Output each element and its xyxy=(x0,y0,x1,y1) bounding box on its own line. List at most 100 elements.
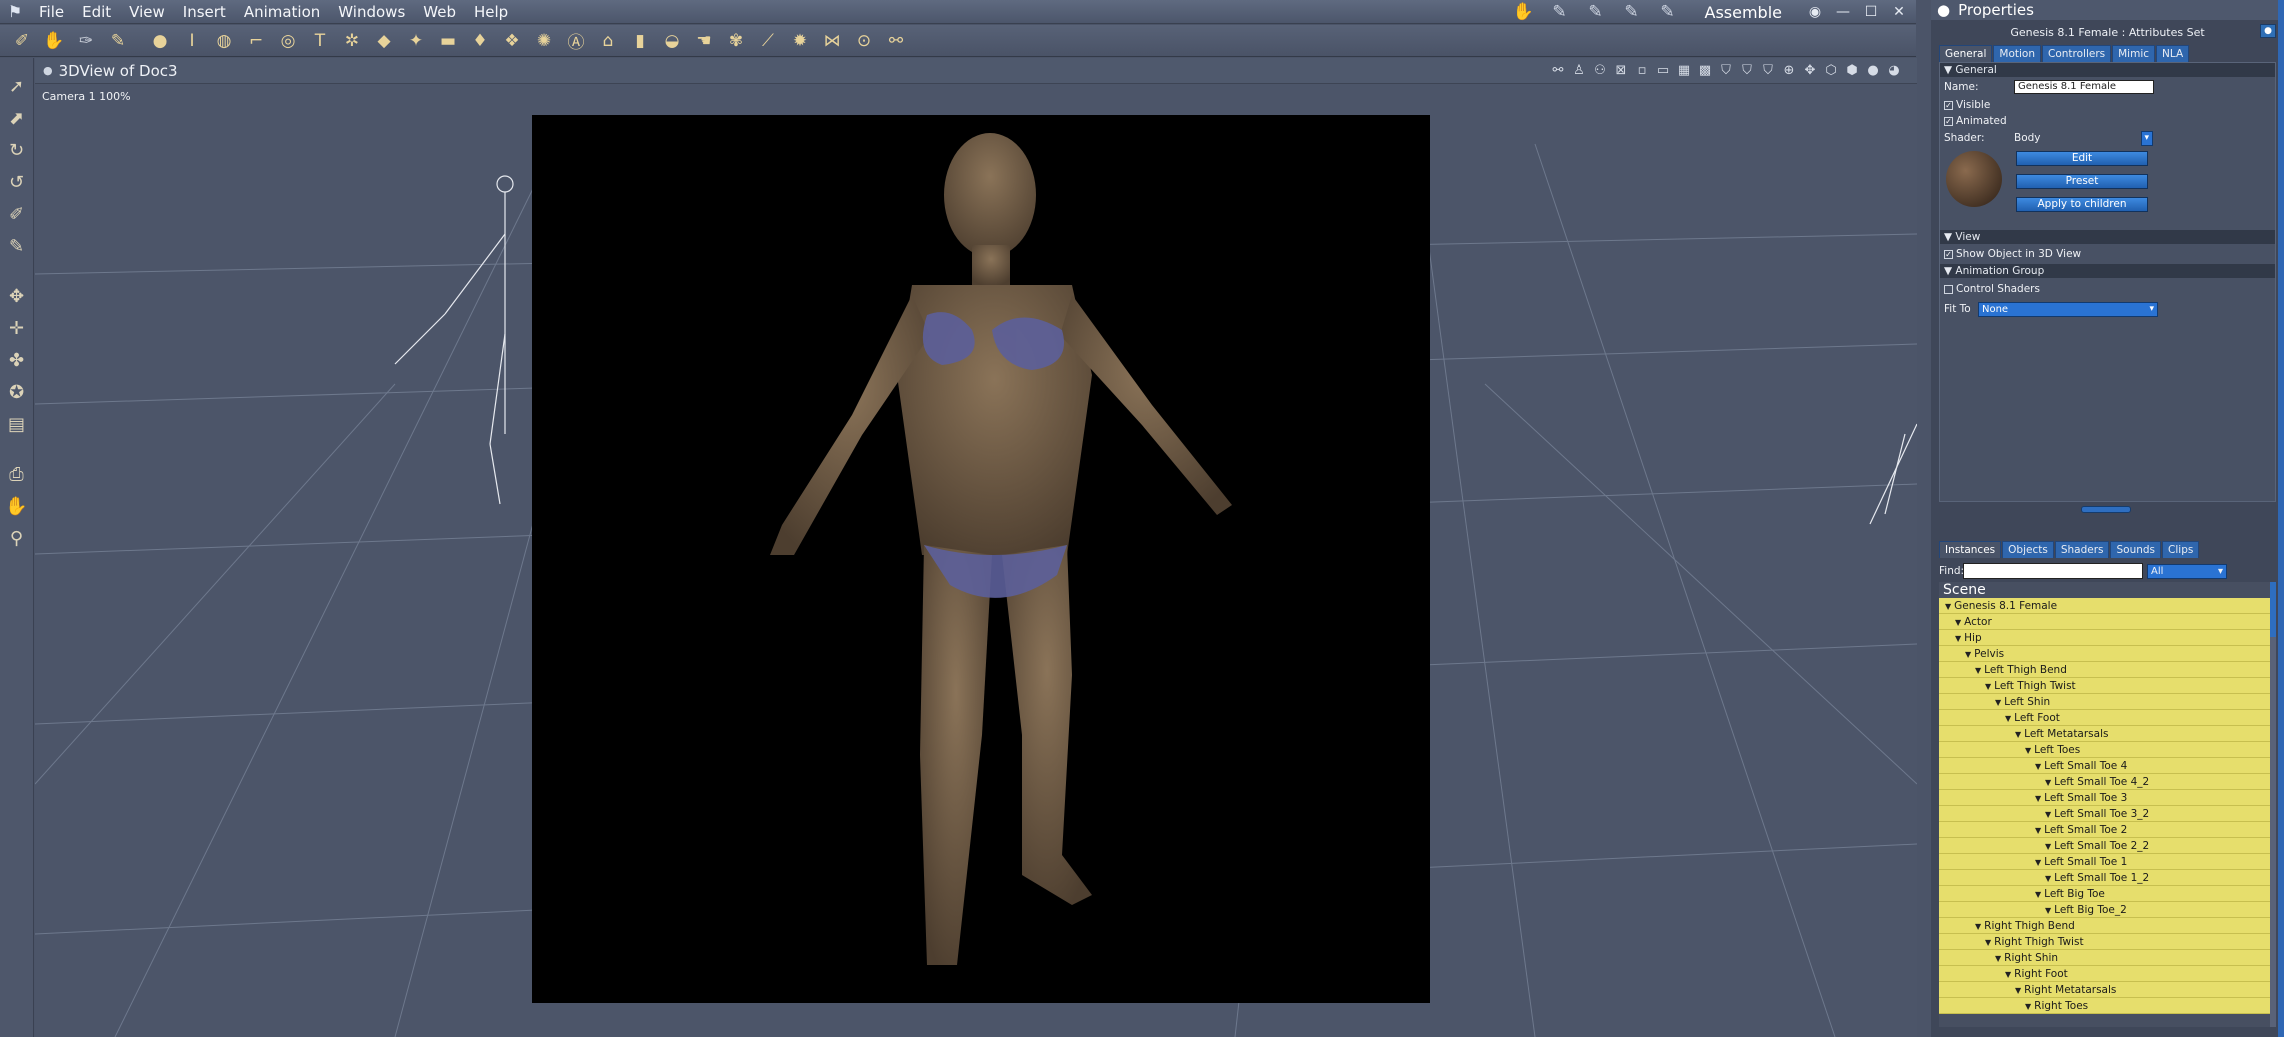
snap-icon[interactable]: ⊠ xyxy=(1612,61,1630,81)
expand-triangle-icon[interactable]: ▼ xyxy=(2015,730,2021,739)
panel-menu-icon[interactable]: ● xyxy=(1937,1,1950,19)
tree-node[interactable]: ▼ Left Small Toe 3 xyxy=(1939,790,2276,806)
target-icon[interactable]: ◎ xyxy=(272,26,304,56)
sphere-prop-icon[interactable]: ● xyxy=(144,26,176,56)
tree-node[interactable]: ▼ Left Small Toe 1 xyxy=(1939,854,2276,870)
expand-triangle-icon[interactable]: ▼ xyxy=(1975,922,1981,931)
menu-view[interactable]: View xyxy=(120,0,174,24)
expand-triangle-icon[interactable]: ▼ xyxy=(2045,906,2051,915)
name-field[interactable]: Genesis 8.1 Female xyxy=(2014,80,2154,94)
zoom-icon[interactable]: ⚲ xyxy=(2,522,32,554)
hand-prop-icon[interactable]: ☚ xyxy=(688,26,720,56)
tree-node[interactable]: ▼ Right Toes xyxy=(1939,998,2276,1014)
expand-triangle-icon[interactable]: ▼ xyxy=(2035,762,2041,771)
gear-icon[interactable]: ✲ xyxy=(336,26,368,56)
maximize-button[interactable]: ☐ xyxy=(1862,4,1880,20)
pen-icon[interactable]: ✐ xyxy=(2,198,32,230)
expand-triangle-icon[interactable]: ▼ xyxy=(1985,682,1991,691)
expand-triangle-icon[interactable]: ▼ xyxy=(2045,810,2051,819)
expand-triangle-icon[interactable]: ▼ xyxy=(1945,602,1951,611)
grid-view-icon[interactable]: ▩ xyxy=(1696,61,1714,81)
expand-triangle-icon[interactable]: ▼ xyxy=(2035,794,2041,803)
tab-objects[interactable]: Objects xyxy=(2002,541,2054,558)
ik-icon[interactable]: ⚯ xyxy=(1549,61,1567,81)
textured-sphere-icon[interactable]: ◕ xyxy=(1885,61,1903,81)
brush-tool-icon[interactable]: ✐ xyxy=(6,26,38,56)
tree-node[interactable]: ▼ Left Big Toe xyxy=(1939,886,2276,902)
visible-checkbox[interactable]: ✓ xyxy=(1944,100,1953,110)
shield3-icon[interactable]: ⛉ xyxy=(1759,61,1777,81)
animated-checkbox[interactable]: ✓ xyxy=(1944,116,1953,126)
text-icon[interactable]: T xyxy=(304,26,336,56)
viewport-menu-icon[interactable]: ● xyxy=(43,64,53,77)
splitter-handle[interactable] xyxy=(2081,506,2131,513)
scale-icon[interactable]: ✤ xyxy=(2,344,32,376)
apply-to-children-button[interactable]: Apply to children xyxy=(2016,197,2148,212)
tree-node[interactable]: ▼ Left Foot xyxy=(1939,710,2276,726)
expand-triangle-icon[interactable]: ▼ xyxy=(1965,650,1971,659)
link-tool-icon[interactable]: ✑ xyxy=(70,26,102,56)
tab-mimic[interactable]: Mimic xyxy=(2112,45,2156,62)
expand-triangle-icon[interactable]: ▼ xyxy=(2045,874,2051,883)
panel-splitter[interactable] xyxy=(1931,502,2284,516)
shader-dropdown-button[interactable]: ▾ xyxy=(2141,130,2153,146)
camera-icon[interactable]: ⎙ xyxy=(2,458,32,490)
menu-file[interactable]: File xyxy=(30,0,73,24)
edit-button[interactable]: Edit xyxy=(2016,151,2148,166)
animated-row[interactable]: ✓ Animated xyxy=(1940,113,2275,129)
control-shaders-row[interactable]: Control Shaders xyxy=(1940,278,2275,300)
orbit-icon[interactable]: ⊕ xyxy=(1780,61,1798,81)
fx-icon[interactable]: ✹ xyxy=(784,26,816,56)
tree-node[interactable]: ▼ Left Shin xyxy=(1939,694,2276,710)
menu-animation[interactable]: Animation xyxy=(235,0,329,24)
tree-node[interactable]: ▼ Hip xyxy=(1939,630,2276,646)
expand-triangle-icon[interactable]: ▼ xyxy=(1995,954,2001,963)
expand-triangle-icon[interactable]: ▼ xyxy=(2025,746,2031,755)
panel-option-button[interactable]: ● xyxy=(2260,24,2276,38)
shield-icon[interactable]: ⛉ xyxy=(1717,61,1735,81)
tree-node[interactable]: ▼ Left Thigh Bend xyxy=(1939,662,2276,678)
tree-node[interactable]: ▼ Right Metatarsals xyxy=(1939,982,2276,998)
show-object-row[interactable]: ✓ Show Object in 3D View xyxy=(1940,244,2275,264)
3d-viewport[interactable]: ● 3DView of Doc3 ⚯ ♙ ⚇ ⊠ ▫ ▭ ▦ ▩ ⛉ ⛉ ⛉ ⊕… xyxy=(35,58,1917,1037)
bone-icon[interactable]: ⌐ xyxy=(240,26,272,56)
pan-view-icon[interactable]: ✥ xyxy=(1801,61,1819,81)
trackball-icon[interactable]: ✪ xyxy=(2,376,32,408)
expand-triangle-icon[interactable]: ▼ xyxy=(2005,714,2011,723)
material-room-icon[interactable]: ✎ xyxy=(1547,2,1573,22)
control-shaders-checkbox[interactable] xyxy=(1944,284,1953,294)
find-input[interactable] xyxy=(1963,563,2143,579)
plane-icon[interactable]: ▬ xyxy=(432,26,464,56)
single-view-icon[interactable]: ▫ xyxy=(1633,61,1651,81)
house-icon[interactable]: ⌂ xyxy=(592,26,624,56)
bone-tool-icon[interactable]: ⚯ xyxy=(880,26,912,56)
layers-icon[interactable]: ▤ xyxy=(2,408,32,440)
tree-node[interactable]: ▼ Left Thigh Twist xyxy=(1939,678,2276,694)
expand-triangle-icon[interactable]: ▼ xyxy=(1985,938,1991,947)
tab-general[interactable]: General xyxy=(1939,45,1993,62)
tab-clips[interactable]: Clips xyxy=(2162,541,2200,558)
view-toggle-icon[interactable]: ◉ xyxy=(1806,4,1824,20)
expand-triangle-icon[interactable]: ▼ xyxy=(2015,986,2021,995)
joint-icon[interactable]: Ⅰ xyxy=(176,26,208,56)
menu-edit[interactable]: Edit xyxy=(73,0,120,24)
tab-instances[interactable]: Instances xyxy=(1939,541,2002,558)
transform-icon[interactable]: ⬈ xyxy=(2,102,32,134)
hierarchy-icon[interactable]: ⋈ xyxy=(816,26,848,56)
hand-tool-icon[interactable]: ✋ xyxy=(38,26,70,56)
section-general[interactable]: ▼ General xyxy=(1940,63,2275,77)
pan-hand-icon[interactable]: ✋ xyxy=(2,490,32,522)
tree-node[interactable]: ▼ Left Small Toe 3_2 xyxy=(1939,806,2276,822)
scrollbar-thumb[interactable] xyxy=(2270,582,2276,637)
expand-triangle-icon[interactable]: ▼ xyxy=(2045,778,2051,787)
expand-triangle-icon[interactable]: ▼ xyxy=(2035,890,2041,899)
tab-sounds[interactable]: Sounds xyxy=(2110,541,2162,558)
morph-icon[interactable]: ✾ xyxy=(720,26,752,56)
solid-cube-icon[interactable]: ⬢ xyxy=(1843,61,1861,81)
rotate-icon[interactable]: ↻ xyxy=(2,134,32,166)
quad-view-icon[interactable]: ▦ xyxy=(1675,61,1693,81)
expand-triangle-icon[interactable]: ▼ xyxy=(2035,858,2041,867)
tree-node[interactable]: ▼ Left Big Toe_2 xyxy=(1939,902,2276,918)
preset-button[interactable]: Preset xyxy=(2016,174,2148,189)
move-xy-icon[interactable]: ✛ xyxy=(2,312,32,344)
